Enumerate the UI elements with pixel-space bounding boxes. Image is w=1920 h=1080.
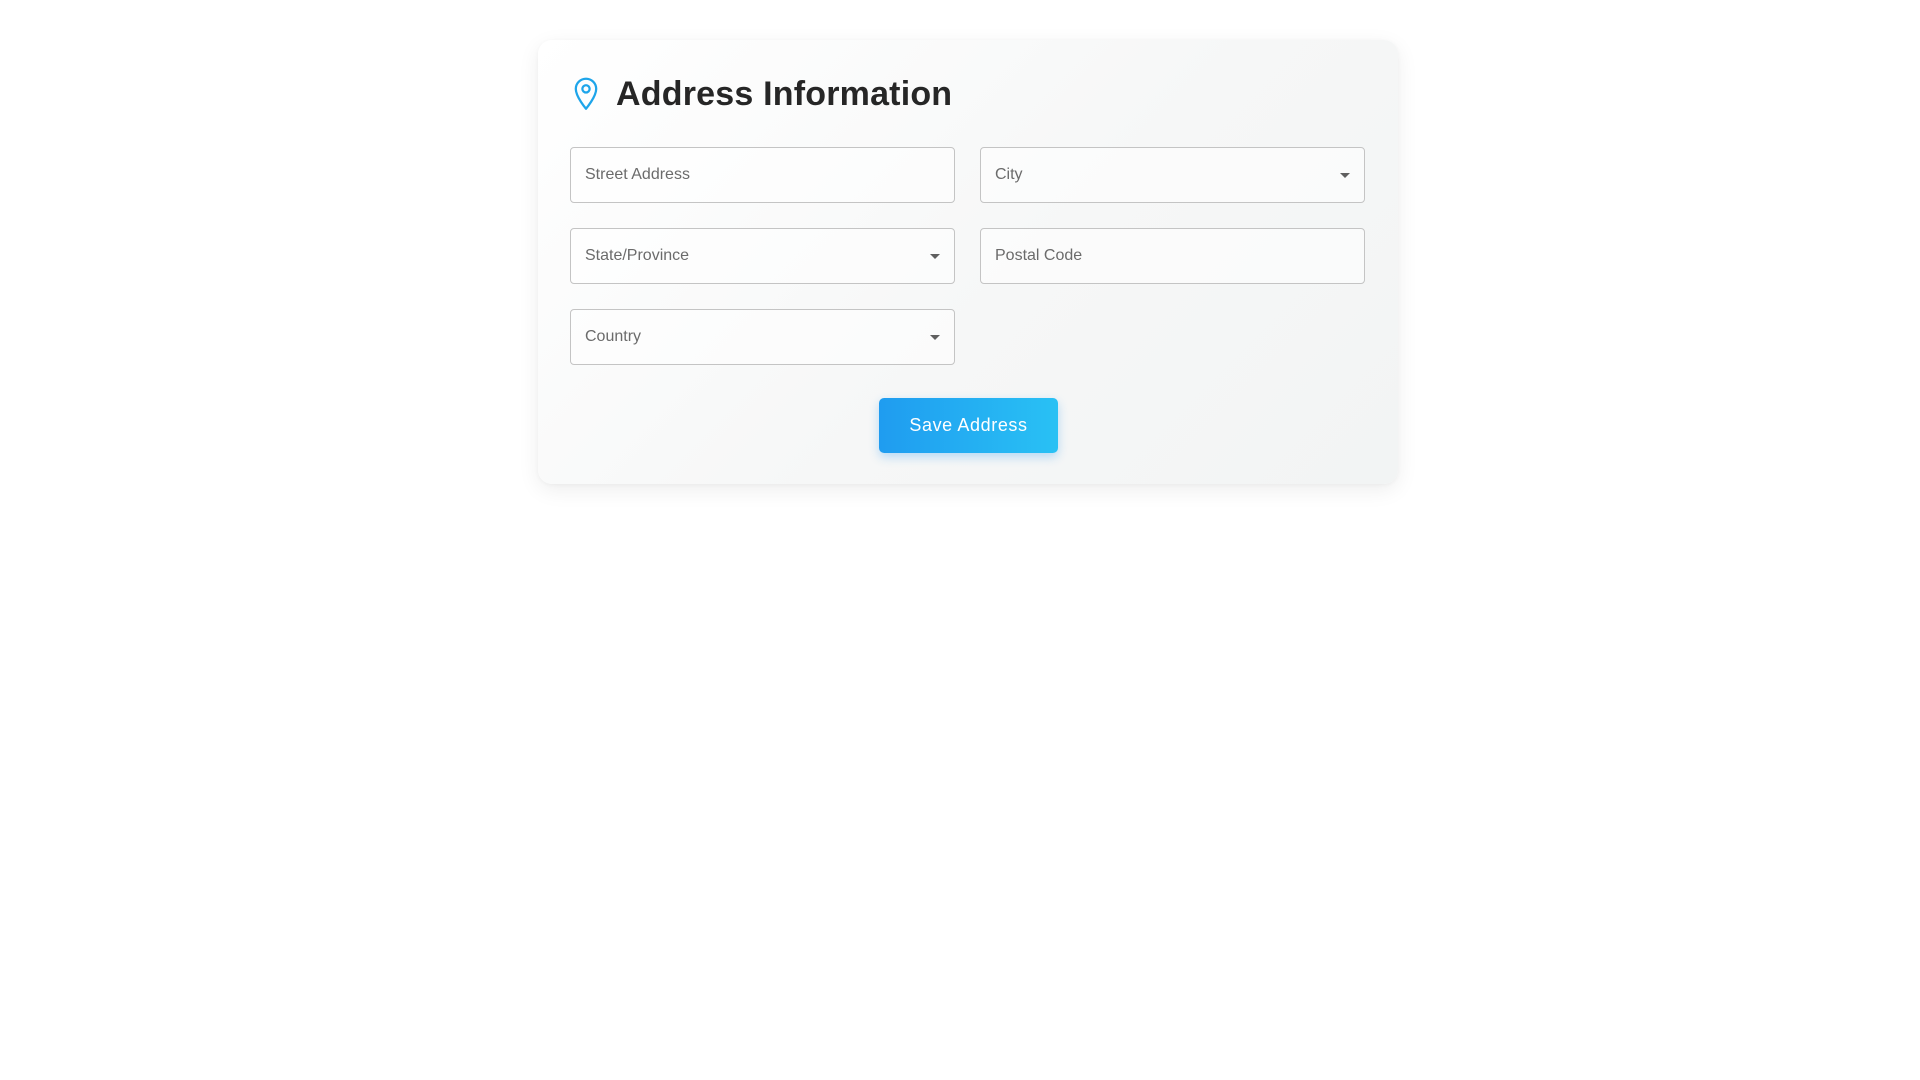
state-province-placeholder: State/Province <box>585 247 690 264</box>
city-select[interactable]: City <box>980 147 1365 203</box>
address-card: Address Information Street Address City … <box>538 40 1398 484</box>
chevron-down-icon <box>1340 172 1350 178</box>
postal-code-input[interactable]: Postal Code <box>980 228 1365 284</box>
street-address-input[interactable]: Street Address <box>570 147 955 203</box>
postal-code-placeholder: Postal Code <box>995 247 1083 264</box>
chevron-down-icon <box>930 253 940 259</box>
country-placeholder: Country <box>585 328 642 345</box>
state-province-select[interactable]: State/Province <box>570 228 955 284</box>
country-select[interactable]: Country <box>570 309 955 365</box>
city-placeholder: City <box>995 166 1023 183</box>
card-header: Address Information <box>570 70 952 118</box>
street-address-placeholder: Street Address <box>585 166 690 183</box>
chevron-down-icon <box>930 334 940 340</box>
page-title: Address Information <box>616 74 953 113</box>
save-address-button[interactable]: Save Address <box>879 398 1058 453</box>
map-pin-icon <box>570 76 602 112</box>
